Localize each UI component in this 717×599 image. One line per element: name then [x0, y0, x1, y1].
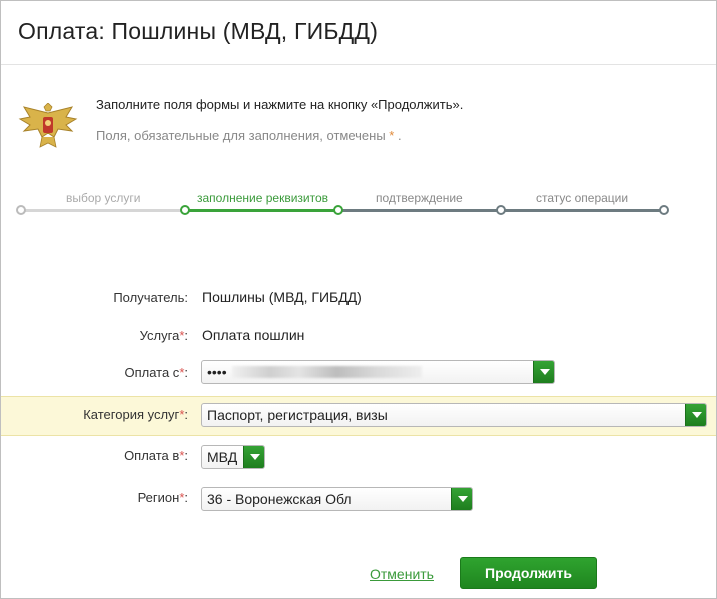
required-star: *	[389, 128, 395, 143]
pay-to-label: Оплата в*:	[124, 448, 188, 463]
recipient-label: Получатель:	[113, 290, 188, 305]
step-label-fill-details: заполнение реквизитов	[197, 191, 329, 205]
pay-from-label: Оплата с*:	[124, 365, 188, 380]
step-label-confirm: подтверждение	[376, 191, 463, 205]
info-required-end: .	[397, 128, 402, 143]
chevron-down-icon[interactable]	[685, 404, 706, 426]
continue-button[interactable]: Продолжить	[460, 557, 597, 589]
pay-from-label-text: Оплата с	[124, 365, 180, 380]
step-node-1	[16, 205, 26, 215]
chevron-down-icon[interactable]	[243, 446, 264, 468]
step-track-1	[21, 209, 185, 212]
category-selected-value: Паспорт, регистрация, визы	[207, 407, 388, 423]
recipient-value: Пошлины (МВД, ГИБДД)	[202, 289, 362, 305]
step-track-2	[185, 209, 338, 212]
service-label-text: Услуга	[139, 328, 180, 343]
category-select[interactable]: Паспорт, регистрация, визы	[201, 403, 707, 427]
step-node-4	[496, 205, 506, 215]
step-node-2	[180, 205, 190, 215]
category-label-text: Категория услуг	[83, 407, 180, 422]
progress-steps: выбор услуги заполнение реквизитов подтв…	[0, 185, 717, 225]
pay-from-label-colon: :	[184, 365, 188, 380]
pay-to-selected-value: МВД	[207, 449, 238, 465]
page-title: Оплата: Пошлины (МВД, ГИБДД)	[18, 18, 379, 44]
category-label-colon: :	[184, 407, 188, 422]
region-select[interactable]: 36 - Воронежская Обл	[201, 487, 473, 511]
info-instruction: Заполните поля формы и нажмите на кнопку…	[96, 97, 464, 112]
region-selected-value: 36 - Воронежская Обл	[207, 491, 352, 507]
pay-to-label-text: Оплата в	[124, 448, 180, 463]
pay-from-masked-card: ••••	[207, 364, 227, 380]
chevron-down-icon[interactable]	[533, 361, 554, 383]
card-number-blur	[232, 366, 422, 378]
step-node-5	[659, 205, 669, 215]
pay-from-select[interactable]: ••••	[201, 360, 555, 384]
info-required-note: Поля, обязательные для заполнения, отмеч…	[96, 128, 402, 143]
region-label-colon: :	[184, 490, 188, 505]
service-label-colon: :	[184, 328, 188, 343]
pay-to-label-colon: :	[184, 448, 188, 463]
step-node-3	[333, 205, 343, 215]
region-label: Регион*:	[138, 490, 188, 505]
pay-to-select[interactable]: МВД	[201, 445, 265, 469]
step-label-status: статус операции	[536, 191, 629, 205]
service-label: Услуга*:	[140, 328, 188, 343]
mvd-emblem-icon	[18, 103, 78, 148]
service-value: Оплата пошлин	[202, 327, 305, 343]
region-label-text: Регион	[137, 490, 180, 505]
cancel-link[interactable]: Отменить	[370, 566, 434, 582]
category-label: Категория услуг*:	[83, 407, 188, 422]
title-divider	[1, 64, 716, 65]
chevron-down-icon[interactable]	[451, 488, 472, 510]
info-required-text: Поля, обязательные для заполнения, отмеч…	[96, 128, 386, 143]
step-label-choose-service: выбор услуги	[66, 191, 141, 205]
